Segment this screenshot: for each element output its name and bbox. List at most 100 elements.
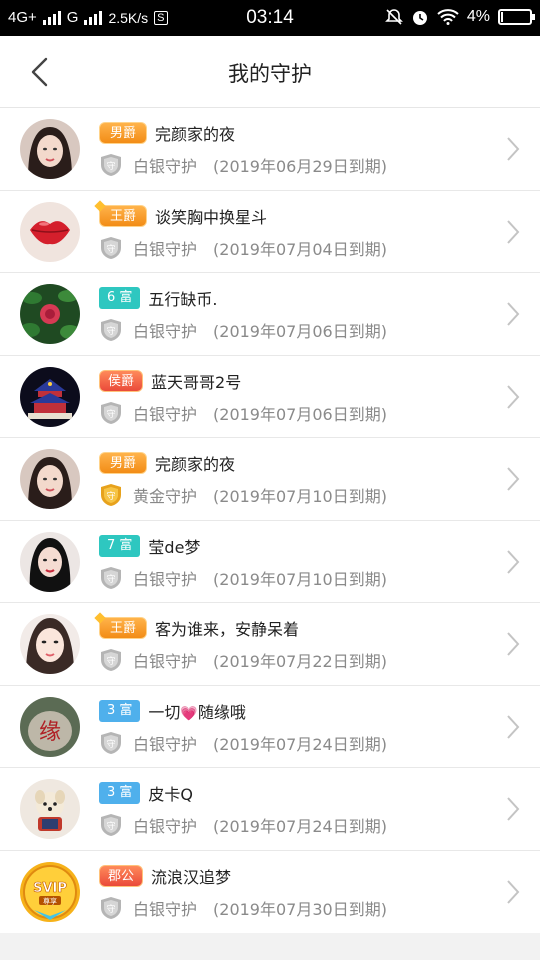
avatar bbox=[20, 284, 80, 344]
svg-text:守: 守 bbox=[106, 573, 115, 585]
svg-text:守: 守 bbox=[106, 903, 115, 915]
page-title: 我的守护 bbox=[228, 62, 312, 86]
rank-badge: 侯爵 bbox=[99, 369, 144, 392]
rank-badge: 王爵 bbox=[99, 204, 148, 227]
expire-date: (2019年07月30日到期) bbox=[213, 899, 387, 919]
rank-badge: 郡公 bbox=[99, 864, 144, 887]
svg-text:守: 守 bbox=[106, 408, 115, 420]
list-item[interactable]: SVIP 尊享 郡公 流浪汉追梦 守 白银守护 (2019年07月30日到期) bbox=[0, 851, 540, 934]
nickname: 皮卡Q bbox=[148, 785, 194, 804]
rank-badge: 男爵 bbox=[99, 452, 148, 474]
guard-type: 白银守护 bbox=[133, 404, 198, 424]
list-item[interactable]: 7 富 莹de梦 守 白银守护 (2019年07月10日到期) bbox=[0, 521, 540, 603]
guard-type: 白银守护 bbox=[133, 652, 198, 671]
expire-date: (2019年07月24日到期) bbox=[213, 817, 387, 836]
list-item[interactable]: 3 富 皮卡Q 守 白银守护 (2019年07月24日到期) bbox=[0, 768, 540, 851]
expire-date: (2019年07月06日到期) bbox=[213, 322, 387, 341]
guard-type: 白银守护 bbox=[133, 734, 198, 754]
list-item[interactable]: 6 富 五行缺币. 守 白银守护 (2019年07月06日到期) bbox=[0, 273, 540, 356]
avatar bbox=[20, 119, 80, 179]
chevron-right-icon bbox=[507, 219, 520, 244]
avatar bbox=[20, 531, 80, 592]
avatar bbox=[20, 779, 80, 839]
rank-badge: 王爵 bbox=[99, 617, 148, 639]
guard-type: 白银守护 bbox=[133, 157, 198, 176]
heart-icon: 💗 bbox=[180, 705, 198, 722]
avatar-svip-text: SVIP bbox=[33, 881, 67, 896]
mute-icon bbox=[384, 9, 403, 25]
nickname: 五行缺币. bbox=[148, 290, 218, 309]
chevron-right-icon bbox=[507, 467, 520, 491]
nickname-part: 随缘哦 bbox=[197, 702, 246, 722]
svg-text:守: 守 bbox=[106, 820, 115, 832]
nav-header: 我的守护 bbox=[0, 36, 540, 108]
wealth-badge: 3 富 bbox=[99, 699, 141, 722]
svg-text:守: 守 bbox=[106, 655, 115, 667]
silver-shield-icon: 守 bbox=[101, 319, 121, 341]
expire-date: (2019年07月10日到期) bbox=[213, 569, 387, 589]
svg-text:守: 守 bbox=[106, 738, 115, 750]
svg-text:缘: 缘 bbox=[39, 720, 61, 745]
wifi-icon bbox=[437, 9, 459, 25]
list-item[interactable]: 男爵 完颜家的夜 守 黄金守护 (2019年07月10日到期) bbox=[0, 438, 540, 521]
list-item[interactable]: 缘 3 富 一切💗随缘哦 守 白银守护 (2019年07月24日到期) bbox=[0, 686, 540, 768]
list-item[interactable]: 王爵 谈笑胸中换星斗 守 白银守护 (2019年07月04日到期) bbox=[0, 191, 540, 273]
chevron-right-icon bbox=[507, 384, 520, 409]
guard-list: 男爵 完颜家的夜 守 白银守护 (2019年06月29日到期) 王爵 谈笑胸中换… bbox=[0, 108, 540, 933]
avatar-svip-sub: 尊享 bbox=[43, 896, 57, 905]
nickname: 蓝天哥哥2号 bbox=[151, 372, 242, 392]
rank-badge: 男爵 bbox=[99, 122, 148, 144]
alarm-icon bbox=[412, 11, 427, 25]
wealth-badge: 7 富 bbox=[99, 534, 141, 557]
status-bar: 4G+ G 2.5K/s S 03:14 4% bbox=[0, 0, 540, 36]
list-item[interactable]: 男爵 完颜家的夜 守 白银守护 (2019年06月29日到期) bbox=[0, 108, 540, 191]
nickname: 完颜家的夜 bbox=[155, 455, 236, 474]
avatar bbox=[20, 614, 80, 674]
guard-type: 白银守护 bbox=[133, 239, 198, 259]
expire-date: (2019年07月24日到期) bbox=[213, 734, 387, 754]
silver-shield-icon: 守 bbox=[101, 814, 121, 836]
silver-shield-icon: 守 bbox=[101, 236, 121, 259]
battery-icon bbox=[498, 9, 535, 25]
back-arrow-icon[interactable] bbox=[28, 56, 50, 88]
chevron-right-icon bbox=[507, 879, 520, 904]
wealth-badge: 6 富 bbox=[99, 287, 141, 309]
list-item[interactable]: 侯爵 蓝天哥哥2号 守 白银守护 (2019年07月06日到期) bbox=[0, 356, 540, 438]
nickname: 流浪汉追梦 bbox=[151, 867, 232, 887]
nickname-part: 一切 bbox=[148, 702, 181, 722]
chevron-right-icon bbox=[507, 549, 520, 574]
avatar bbox=[20, 366, 80, 427]
avatar: SVIP 尊享 bbox=[20, 861, 80, 922]
svg-text:守: 守 bbox=[106, 243, 115, 255]
nickname: 客为谁来，安静呆着 bbox=[155, 620, 300, 639]
expire-date: (2019年07月04日到期) bbox=[213, 239, 387, 259]
silver-shield-icon: 守 bbox=[101, 401, 121, 424]
guard-type: 白银守护 bbox=[133, 899, 198, 919]
status-right: 4% bbox=[384, 8, 535, 26]
expire-date: (2019年07月22日到期) bbox=[213, 652, 387, 671]
nickname: 谈笑胸中换星斗 bbox=[155, 207, 268, 227]
battery-percent: 4% bbox=[466, 8, 490, 25]
svg-text:守: 守 bbox=[106, 160, 115, 172]
silver-shield-icon: 守 bbox=[101, 154, 121, 176]
avatar bbox=[20, 201, 80, 262]
silver-shield-icon: 守 bbox=[101, 649, 121, 671]
expire-date: (2019年06月29日到期) bbox=[213, 157, 387, 176]
chevron-right-icon bbox=[507, 302, 520, 326]
guard-type: 白银守护 bbox=[133, 322, 198, 341]
chevron-right-icon bbox=[507, 797, 520, 821]
avatar: 缘 bbox=[20, 696, 80, 757]
wealth-badge: 3 富 bbox=[99, 782, 141, 804]
nickname: 完颜家的夜 bbox=[155, 125, 236, 144]
list-item[interactable]: 王爵 客为谁来，安静呆着 守 白银守护 (2019年07月22日到期) bbox=[0, 603, 540, 686]
nickname: 莹de梦 bbox=[148, 537, 201, 557]
svg-text:守: 守 bbox=[106, 325, 115, 337]
gold-shield-icon: 守 bbox=[101, 484, 121, 506]
guard-type: 白银守护 bbox=[133, 817, 198, 836]
chevron-right-icon bbox=[507, 714, 520, 739]
expire-date: (2019年07月06日到期) bbox=[213, 404, 387, 424]
silver-shield-icon: 守 bbox=[101, 731, 121, 754]
nickname: 一切💗随缘哦 bbox=[148, 699, 245, 723]
silver-shield-icon: 守 bbox=[101, 566, 121, 589]
guard-type: 白银守护 bbox=[133, 569, 198, 589]
